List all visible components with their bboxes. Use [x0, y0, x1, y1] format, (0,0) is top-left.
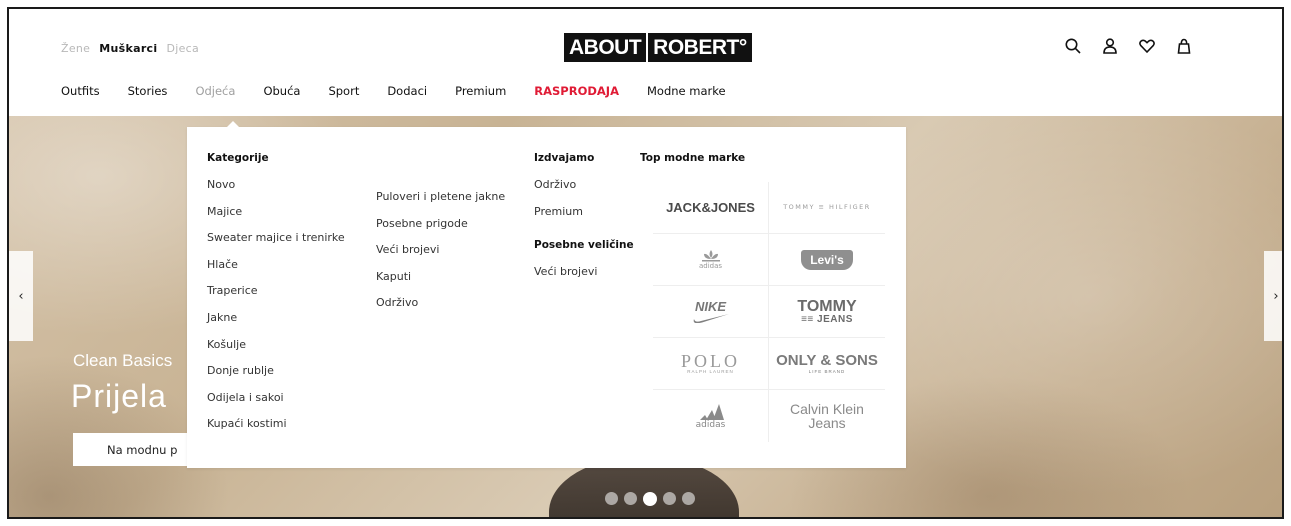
nav-item-stories[interactable]: Stories — [128, 84, 168, 98]
categories-column: Kategorije Novo Majice Sweater majice i … — [207, 152, 345, 444]
carousel-prev-button[interactable]: ‹ — [9, 251, 33, 341]
nav-item-rasprodaja[interactable]: RASPRODAJA — [534, 84, 619, 98]
brand-adidas-logo[interactable]: adidas — [653, 390, 769, 442]
category-link[interactable]: Donje rublje — [207, 364, 345, 391]
brand-adidas-originals-logo[interactable]: adidas — [653, 234, 769, 286]
brand-text: ≡≡ JEANS — [801, 313, 853, 325]
highlight-link[interactable]: Premium — [534, 205, 634, 232]
brand-tommy-hilfiger-logo[interactable]: TOMMY ≡ HILFIGER — [769, 182, 885, 234]
search-icon[interactable] — [1064, 37, 1082, 55]
logo-part-about: ABOUT — [569, 35, 642, 59]
category-link[interactable]: Majice — [207, 205, 345, 232]
category-link[interactable]: Veći brojevi — [376, 243, 505, 270]
nav-item-obuca[interactable]: Obuća — [263, 84, 300, 98]
brand-text: NIKE — [694, 299, 727, 314]
logo-part-robert: ROBERT° — [653, 35, 747, 59]
category-link[interactable]: Hlače — [207, 258, 345, 285]
category-link[interactable]: Puloveri i pletene jakne — [376, 190, 505, 217]
carousel-dot[interactable] — [605, 492, 618, 505]
browser-viewport: Žene Muškarci Djeca ABOUT ROBERT° Outfit… — [7, 7, 1284, 519]
brand-text: LIFE BRAND — [808, 368, 846, 374]
dropdown-caret — [227, 121, 239, 127]
carousel-dots — [605, 492, 695, 506]
swoosh-icon — [693, 314, 729, 323]
adidas-stripes-icon — [699, 403, 724, 420]
brand-text: adidas — [695, 419, 726, 430]
brand-text: adidas — [698, 262, 723, 270]
brand-jack-jones-logo[interactable]: JACK&JONES — [653, 182, 769, 234]
size-link[interactable]: Veći brojevi — [534, 265, 634, 292]
categories-heading: Kategorije — [207, 152, 269, 164]
brand-tommy-jeans-logo[interactable]: TOMMY ≡≡ JEANS — [769, 286, 885, 338]
category-link[interactable]: Održivo — [376, 296, 505, 323]
gender-tab-zene[interactable]: Žene — [61, 42, 90, 55]
category-link[interactable]: Sweater majice i trenirke — [207, 231, 345, 258]
nav-item-odjeca[interactable]: Odjeća — [195, 84, 235, 98]
category-link[interactable]: Posebne prigode — [376, 217, 505, 244]
brands-heading: Top modne marke — [640, 152, 746, 164]
site-logo[interactable]: ABOUT ROBERT° — [564, 33, 752, 62]
brands-column: Top modne marke — [640, 152, 745, 178]
category-link[interactable]: Odijela i sakoi — [207, 391, 345, 418]
brand-polo-logo[interactable]: POLO RALPH LAUREN — [653, 338, 769, 390]
brand-nike-logo[interactable]: NIKE — [653, 286, 769, 338]
heart-icon[interactable] — [1138, 37, 1156, 55]
nav-item-sport[interactable]: Sport — [328, 84, 359, 98]
brand-text: POLO — [680, 351, 740, 372]
gender-tab-muskarci[interactable]: Muškarci — [99, 42, 157, 55]
highlights-heading: Izdvajamo — [534, 152, 595, 164]
carousel-dot[interactable] — [682, 492, 695, 505]
brand-text: ONLY & SONS — [776, 351, 878, 369]
brand-levis-logo[interactable]: Levi's — [769, 234, 885, 286]
brand-text: Jeans — [808, 415, 846, 431]
chevron-left-icon: ‹ — [18, 288, 24, 304]
nav-item-dodaci[interactable]: Dodaci — [387, 84, 427, 98]
carousel-dot[interactable] — [624, 492, 637, 505]
highlights-column: Izdvajamo Održivo Premium Posebne veliči… — [534, 152, 634, 292]
highlight-link[interactable]: Održivo — [534, 178, 634, 205]
category-link[interactable]: Košulje — [207, 338, 345, 365]
nav-item-premium[interactable]: Premium — [455, 84, 506, 98]
brand-text: TOMMY ≡ HILFIGER — [783, 203, 871, 212]
carousel-dot[interactable] — [663, 492, 676, 505]
gender-tab-djeca[interactable]: Djeca — [166, 42, 199, 55]
brand-text: TOMMY — [797, 297, 857, 315]
gender-tabs: Žene Muškarci Djeca — [61, 42, 199, 55]
category-link[interactable]: Novo — [207, 178, 345, 205]
user-icon[interactable] — [1101, 37, 1119, 55]
brand-text: JACK&JONES — [666, 200, 755, 215]
nav-item-modne-marke[interactable]: Modne marke — [647, 84, 726, 98]
brand-calvin-klein-logo[interactable]: Calvin Klein Jeans — [769, 390, 885, 442]
nav-item-outfits[interactable]: Outfits — [61, 84, 100, 98]
bag-icon[interactable] — [1175, 37, 1193, 55]
carousel-next-button[interactable]: › — [1264, 251, 1282, 341]
sizes-heading: Posebne veličine — [534, 239, 634, 252]
main-nav: Outfits Stories Odjeća Obuća Sport Dodac… — [61, 84, 754, 98]
hero-title: Prijela — [71, 378, 167, 414]
header-icons — [1064, 37, 1193, 55]
brands-grid: JACK&JONES TOMMY ≡ HILFIGER adidas Levi'… — [653, 182, 885, 442]
category-link[interactable]: Jakne — [207, 311, 345, 338]
category-link[interactable]: Kupaći kostimi — [207, 417, 345, 444]
brand-only-sons-logo[interactable]: ONLY & SONS LIFE BRAND — [769, 338, 885, 390]
categories-column-2: Puloveri i pletene jakne Posebne prigode… — [376, 190, 505, 323]
carousel-dot-active[interactable] — [643, 492, 657, 506]
category-link[interactable]: Traperice — [207, 284, 345, 311]
trefoil-icon — [701, 250, 720, 262]
brand-text: Calvin Klein — [790, 401, 864, 417]
brand-text: RALPH LAUREN — [687, 369, 734, 375]
brand-text: Levi's — [801, 249, 853, 270]
hero-subtitle: Clean Basics — [73, 351, 173, 370]
chevron-right-icon: › — [1273, 288, 1279, 304]
mega-menu-dropdown: Kategorije Novo Majice Sweater majice i … — [187, 121, 906, 468]
category-link[interactable]: Kaputi — [376, 270, 505, 297]
